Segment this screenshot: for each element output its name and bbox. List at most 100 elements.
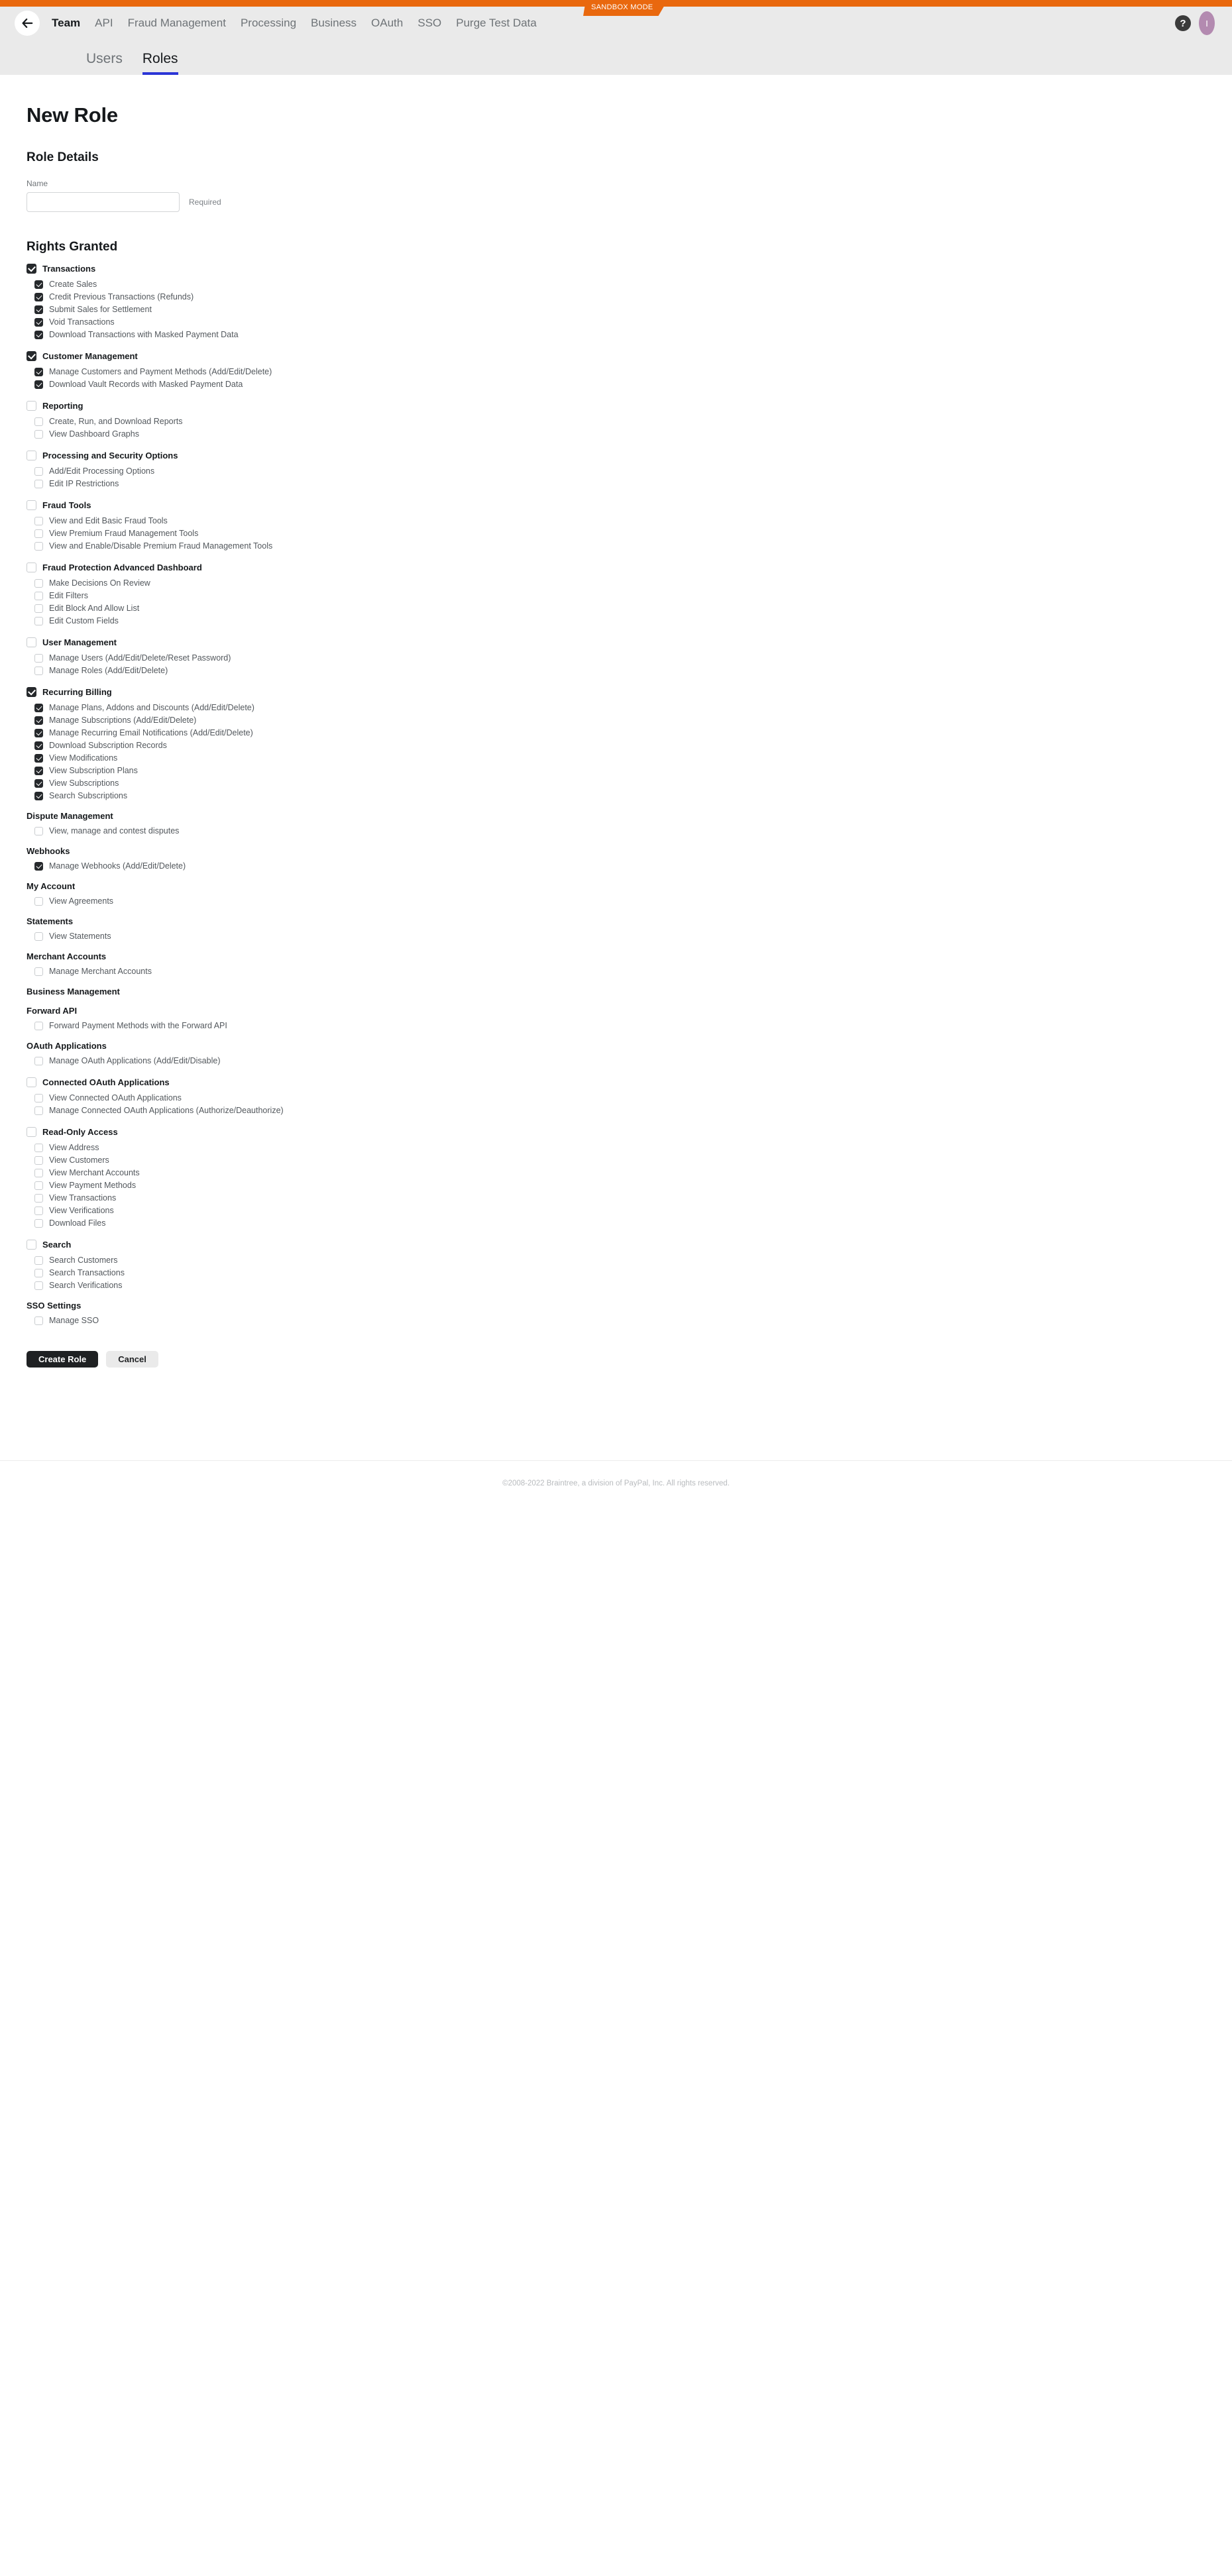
rights-group-header-transactions[interactable]: Transactions bbox=[27, 262, 1232, 275]
rights-item[interactable]: Create Sales bbox=[34, 278, 1232, 291]
checkbox-merchant-accounts-0[interactable] bbox=[34, 967, 43, 976]
nav-link-oauth[interactable]: OAuth bbox=[371, 17, 403, 30]
checkbox-statements-0[interactable] bbox=[34, 932, 43, 941]
rights-item[interactable]: Manage OAuth Applications (Add/Edit/Disa… bbox=[34, 1055, 1232, 1067]
checkbox-search[interactable] bbox=[27, 1240, 36, 1250]
checkbox-dispute-management-0[interactable] bbox=[34, 827, 43, 835]
rights-item[interactable]: View Subscription Plans bbox=[34, 765, 1232, 777]
rights-item[interactable]: Void Transactions bbox=[34, 316, 1232, 329]
checkbox-read-only-access-1[interactable] bbox=[34, 1156, 43, 1165]
nav-link-sso[interactable]: SSO bbox=[418, 17, 441, 30]
rights-item[interactable]: Edit Filters bbox=[34, 590, 1232, 602]
nav-link-processing[interactable]: Processing bbox=[241, 17, 296, 30]
tab-roles[interactable]: Roles bbox=[142, 50, 178, 75]
rights-item[interactable]: Manage Plans, Addons and Discounts (Add/… bbox=[34, 702, 1232, 714]
rights-item[interactable]: View Agreements bbox=[34, 895, 1232, 908]
avatar[interactable]: I bbox=[1199, 11, 1215, 35]
checkbox-fraud-tools-2[interactable] bbox=[34, 542, 43, 551]
checkbox-forward-api-0[interactable] bbox=[34, 1022, 43, 1030]
rights-item[interactable]: Submit Sales for Settlement bbox=[34, 303, 1232, 316]
rights-item[interactable]: Add/Edit Processing Options bbox=[34, 465, 1232, 478]
rights-item[interactable]: Credit Previous Transactions (Refunds) bbox=[34, 291, 1232, 303]
checkbox-recurring-billing-0[interactable] bbox=[34, 704, 43, 712]
checkbox-oauth-applications-0[interactable] bbox=[34, 1057, 43, 1065]
checkbox-user-management-1[interactable] bbox=[34, 667, 43, 675]
rights-item[interactable]: Search Subscriptions bbox=[34, 790, 1232, 802]
checkbox-read-only-access-5[interactable] bbox=[34, 1207, 43, 1215]
rights-group-header-user-management[interactable]: User Management bbox=[27, 636, 1232, 649]
help-icon[interactable]: ? bbox=[1175, 15, 1191, 31]
rights-item[interactable]: Download Subscription Records bbox=[34, 739, 1232, 752]
checkbox-transactions-1[interactable] bbox=[34, 293, 43, 301]
role-name-input[interactable] bbox=[27, 192, 180, 212]
checkbox-fraud-protection-advanced-dashboard-0[interactable] bbox=[34, 579, 43, 588]
rights-item[interactable]: View Transactions bbox=[34, 1192, 1232, 1205]
checkbox-read-only-access-0[interactable] bbox=[34, 1144, 43, 1152]
tab-users[interactable]: Users bbox=[86, 50, 123, 75]
checkbox-fraud-protection-advanced-dashboard-3[interactable] bbox=[34, 617, 43, 625]
checkbox-fraud-tools[interactable] bbox=[27, 500, 36, 510]
checkbox-user-management[interactable] bbox=[27, 637, 36, 647]
checkbox-connected-oauth-applications-1[interactable] bbox=[34, 1106, 43, 1115]
checkbox-customer-management-1[interactable] bbox=[34, 380, 43, 389]
checkbox-fraud-protection-advanced-dashboard-2[interactable] bbox=[34, 604, 43, 613]
checkbox-search-0[interactable] bbox=[34, 1256, 43, 1265]
checkbox-recurring-billing-7[interactable] bbox=[34, 792, 43, 800]
checkbox-processing-and-security-options[interactable] bbox=[27, 451, 36, 460]
rights-item[interactable]: View Customers bbox=[34, 1154, 1232, 1167]
rights-item[interactable]: Edit IP Restrictions bbox=[34, 478, 1232, 490]
rights-group-header-read-only-access[interactable]: Read-Only Access bbox=[27, 1126, 1232, 1138]
checkbox-sso-settings-0[interactable] bbox=[34, 1316, 43, 1325]
rights-item[interactable]: Manage Users (Add/Edit/Delete/Reset Pass… bbox=[34, 652, 1232, 665]
cancel-button[interactable]: Cancel bbox=[106, 1351, 158, 1368]
rights-group-header-fraud-tools[interactable]: Fraud Tools bbox=[27, 499, 1232, 511]
rights-item[interactable]: Manage Customers and Payment Methods (Ad… bbox=[34, 366, 1232, 378]
checkbox-fraud-tools-0[interactable] bbox=[34, 517, 43, 525]
rights-item[interactable]: View and Enable/Disable Premium Fraud Ma… bbox=[34, 540, 1232, 553]
rights-group-header-connected-oauth-applications[interactable]: Connected OAuth Applications bbox=[27, 1076, 1232, 1089]
rights-item[interactable]: View Statements bbox=[34, 930, 1232, 943]
rights-item[interactable]: View Payment Methods bbox=[34, 1179, 1232, 1192]
rights-item[interactable]: Download Vault Records with Masked Payme… bbox=[34, 378, 1232, 391]
checkbox-fraud-protection-advanced-dashboard-1[interactable] bbox=[34, 592, 43, 600]
rights-item[interactable]: View Address bbox=[34, 1142, 1232, 1154]
nav-link-api[interactable]: API bbox=[95, 17, 113, 30]
rights-group-header-recurring-billing[interactable]: Recurring Billing bbox=[27, 686, 1232, 698]
rights-item[interactable]: Create, Run, and Download Reports bbox=[34, 415, 1232, 428]
rights-item[interactable]: Edit Custom Fields bbox=[34, 615, 1232, 627]
rights-item[interactable]: Download Transactions with Masked Paymen… bbox=[34, 329, 1232, 341]
nav-link-team[interactable]: Team bbox=[52, 17, 80, 30]
rights-item[interactable]: View Verifications bbox=[34, 1205, 1232, 1217]
checkbox-connected-oauth-applications[interactable] bbox=[27, 1077, 36, 1087]
rights-group-header-reporting[interactable]: Reporting bbox=[27, 400, 1232, 412]
rights-item[interactable]: Manage Connected OAuth Applications (Aut… bbox=[34, 1104, 1232, 1117]
rights-item[interactable]: Manage Subscriptions (Add/Edit/Delete) bbox=[34, 714, 1232, 727]
checkbox-transactions-2[interactable] bbox=[34, 305, 43, 314]
rights-item[interactable]: Edit Block And Allow List bbox=[34, 602, 1232, 615]
rights-group-header-customer-management[interactable]: Customer Management bbox=[27, 350, 1232, 362]
checkbox-my-account-0[interactable] bbox=[34, 897, 43, 906]
checkbox-customer-management-0[interactable] bbox=[34, 368, 43, 376]
rights-item[interactable]: Manage Recurring Email Notifications (Ad… bbox=[34, 727, 1232, 739]
checkbox-recurring-billing-6[interactable] bbox=[34, 779, 43, 788]
nav-link-business[interactable]: Business bbox=[311, 17, 357, 30]
checkbox-user-management-0[interactable] bbox=[34, 654, 43, 663]
checkbox-transactions[interactable] bbox=[27, 264, 36, 274]
checkbox-customer-management[interactable] bbox=[27, 351, 36, 361]
rights-item[interactable]: Manage Roles (Add/Edit/Delete) bbox=[34, 665, 1232, 677]
rights-item[interactable]: View Modifications bbox=[34, 752, 1232, 765]
checkbox-transactions-4[interactable] bbox=[34, 331, 43, 339]
checkbox-recurring-billing-2[interactable] bbox=[34, 729, 43, 737]
rights-group-header-fraud-protection-advanced-dashboard[interactable]: Fraud Protection Advanced Dashboard bbox=[27, 561, 1232, 574]
rights-item[interactable]: Manage SSO bbox=[34, 1315, 1232, 1327]
checkbox-reporting-1[interactable] bbox=[34, 430, 43, 439]
rights-item[interactable]: Search Transactions bbox=[34, 1267, 1232, 1279]
rights-group-header-processing-and-security-options[interactable]: Processing and Security Options bbox=[27, 449, 1232, 462]
rights-item[interactable]: Search Verifications bbox=[34, 1279, 1232, 1292]
checkbox-read-only-access-4[interactable] bbox=[34, 1194, 43, 1203]
create-role-button[interactable]: Create Role bbox=[27, 1351, 99, 1368]
rights-item[interactable]: View Connected OAuth Applications bbox=[34, 1092, 1232, 1104]
checkbox-search-1[interactable] bbox=[34, 1269, 43, 1277]
rights-item[interactable]: View and Edit Basic Fraud Tools bbox=[34, 515, 1232, 527]
checkbox-connected-oauth-applications-0[interactable] bbox=[34, 1094, 43, 1102]
